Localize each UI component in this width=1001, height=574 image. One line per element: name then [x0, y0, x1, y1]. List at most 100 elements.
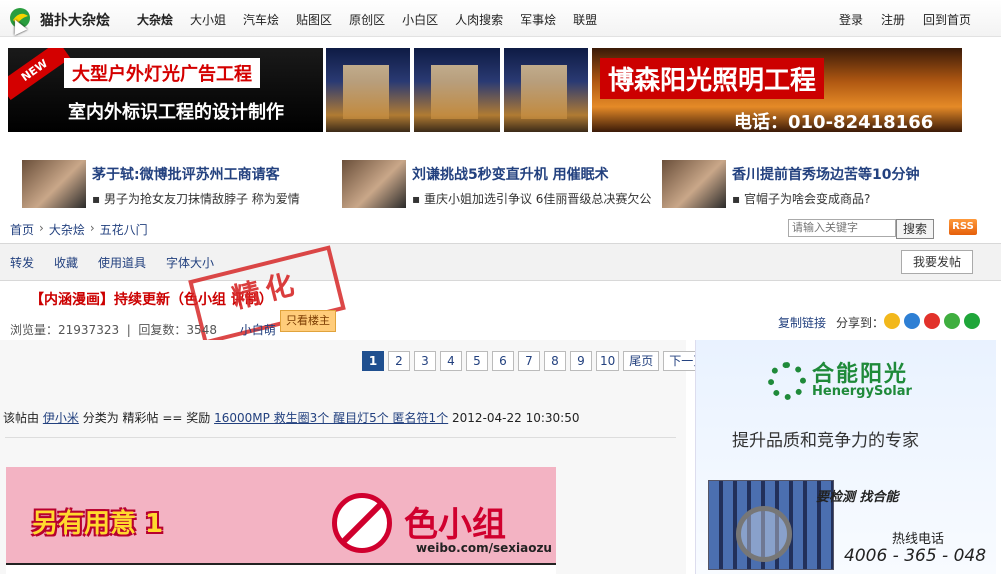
post-stats: 浏览量：21937323 | 回复数：3548 小白萌 — [10, 323, 276, 337]
search-input[interactable] — [788, 219, 896, 237]
page-3-button[interactable]: 3 — [414, 351, 436, 371]
login-link[interactable]: 登录 — [839, 11, 863, 28]
breadcrumb-separator-icon: › — [89, 221, 95, 235]
user-links: 登录 注册 回到首页 — [821, 11, 971, 28]
pagination: 1 2 3 4 5 6 7 8 9 10 尾页 下一页>> — [362, 351, 735, 371]
banner-photo-building-1[interactable] — [326, 48, 410, 132]
comic-panel-edge — [6, 563, 556, 574]
news-subline[interactable]: ▪ 官帽子为啥会变成商品? — [732, 190, 870, 207]
favorite-button[interactable]: 收藏 — [54, 254, 78, 271]
comic-heading: 另有用意 1 — [32, 509, 164, 539]
replies-count: 3548 — [186, 323, 217, 337]
share-qzone-icon[interactable] — [884, 313, 900, 329]
breadcrumb-separator-icon: › — [39, 221, 44, 235]
post-toolbar: 转发 收藏 使用道具 字体大小 我要发帖 — [0, 243, 1001, 281]
share-kaixin-icon[interactable] — [964, 313, 980, 329]
comic-brand: 色小组 — [404, 505, 506, 545]
page-1-button[interactable]: 1 — [362, 351, 384, 371]
comic-weibo: weibo.com/sexiaozu — [416, 541, 552, 555]
new-badge: NEW — [8, 48, 71, 100]
post-meta: 该帖由 伊小米 分类为 精彩帖 == 奖励 16000MP 救生圈3个 醒目灯5… — [3, 409, 579, 426]
banner-right-title: 博森阳光照明工程 — [600, 58, 825, 99]
banner-photo-building-2[interactable] — [414, 48, 500, 132]
nav-link-tietuqu[interactable]: 贴图区 — [296, 11, 332, 28]
breadcrumb-dazahui[interactable]: 大杂烩 — [49, 221, 85, 238]
banner-photo-building-3[interactable] — [504, 48, 588, 132]
comic-image: 另有用意 1 色小组 weibo.com/sexiaozu — [6, 467, 556, 574]
page-10-button[interactable]: 10 — [596, 351, 620, 371]
page-8-button[interactable]: 8 — [544, 351, 566, 371]
op-only-button[interactable]: 只看楼主 — [280, 310, 336, 332]
news-thumbnail[interactable] — [22, 160, 86, 208]
news-item: 香川提前首秀场边苦等10分钟 ▪ 官帽子为啥会变成商品? — [662, 160, 982, 208]
news-subline[interactable]: ▪ 重庆小姐加选引争议 6佳丽晋级总决赛欠公 — [412, 190, 651, 207]
last-page-button[interactable]: 尾页 — [623, 351, 660, 371]
page-6-button[interactable]: 6 — [492, 351, 514, 371]
meta-reward-link[interactable]: 16000MP 救生圈3个 醒目灯5个 匿名符1个 — [214, 411, 448, 425]
nav-link-daxiaojie[interactable]: 大小姐 — [190, 11, 226, 28]
new-post-button[interactable]: 我要发帖 — [901, 250, 973, 274]
news-thumbnail[interactable] — [342, 160, 406, 208]
meta-category: 分类为 精彩帖 == 奖励 — [82, 411, 211, 425]
sun-logo-icon — [768, 362, 806, 400]
page-2-button[interactable]: 2 — [388, 351, 410, 371]
news-item: 茅于轼:微博批评苏州工商请客 ▪ 男子为抢女友刀抹情敌脖子 称为爱情 — [22, 160, 332, 208]
banner-right-phone: 电话：010-82418166 — [734, 112, 934, 132]
post-author-link[interactable]: 小白萌 — [240, 323, 276, 337]
nav-link-dazahui[interactable]: 大杂烩 — [137, 11, 173, 28]
ad-slogan: 提升品质和竞争力的专家 — [732, 431, 919, 451]
banner-left-line2: 室内外标识工程的设计制作 — [68, 102, 284, 123]
top-navigation-bar: 猫扑大杂烩 大杂烩 大小姐 汽车烩 贴图区 原创区 小白区 人肉搜索 军事烩 联… — [0, 0, 1001, 37]
forward-button[interactable]: 转发 — [10, 254, 34, 271]
share-wechat-icon[interactable] — [944, 313, 960, 329]
breadcrumb-home[interactable]: 首页 — [10, 221, 34, 238]
breadcrumb: 首页 › 大杂烩 › 五花八门 — [10, 221, 148, 238]
ad-company-en: HenergySolar — [812, 384, 912, 399]
ad-banner-bosen-lighting[interactable]: 博森阳光照明工程 电话：010-82418166 — [592, 48, 962, 132]
nav-link-qichehui[interactable]: 汽车烩 — [243, 11, 279, 28]
banner-left-line1: 大型户外灯光广告工程 — [64, 58, 260, 88]
copy-link-button[interactable]: 复制链接 — [778, 314, 826, 331]
meta-author-link[interactable]: 伊小米 — [43, 411, 79, 425]
sidebar-ad-henergy[interactable]: 合能阳光 HenergySolar 提升品质和竞争力的专家 要检测 找合能 热线… — [695, 340, 996, 574]
share-renren-icon[interactable] — [904, 313, 920, 329]
nav-link-xiaobaiqu[interactable]: 小白区 — [402, 11, 438, 28]
nav-link-yuanchuangqu[interactable]: 原创区 — [349, 11, 385, 28]
magnifier-icon — [736, 506, 792, 562]
news-thumbnail[interactable] — [662, 160, 726, 208]
page-7-button[interactable]: 7 — [518, 351, 540, 371]
nav-link-renrousousuo[interactable]: 人肉搜索 — [455, 11, 503, 28]
nav-link-lianmeng[interactable]: 联盟 — [573, 11, 597, 28]
font-size-button[interactable]: 字体大小 — [166, 254, 214, 271]
divider — [5, 437, 676, 438]
no-sign-logo-icon — [332, 493, 392, 553]
page-9-button[interactable]: 9 — [570, 351, 592, 371]
rss-icon[interactable]: RSS — [949, 219, 977, 235]
home-link[interactable]: 回到首页 — [923, 11, 971, 28]
ad-hotline-number: 4006 - 365 - 048 — [844, 546, 987, 566]
site-brand[interactable]: 猫扑大杂烩 — [40, 10, 110, 30]
meta-date: 2012-04-22 10:30:50 — [452, 411, 580, 425]
ad-tagline: 要检测 找合能 — [816, 490, 899, 505]
search-button[interactable]: 搜索 — [896, 219, 935, 239]
views-count: 21937323 — [58, 323, 120, 337]
share-weibo-icon[interactable] — [924, 313, 940, 329]
ad-hotline-label: 热线电话 — [892, 532, 945, 547]
main-nav-links: 大杂烩 大小姐 汽车烩 贴图区 原创区 小白区 人肉搜索 军事烩 联盟 — [137, 11, 614, 28]
news-headline[interactable]: 茅于轼:微博批评苏州工商请客 — [92, 164, 280, 184]
register-link[interactable]: 注册 — [881, 11, 905, 28]
use-tools-button[interactable]: 使用道具 — [98, 254, 146, 271]
page-4-button[interactable]: 4 — [440, 351, 462, 371]
breadcrumb-wuhuabamen[interactable]: 五花八门 — [100, 221, 148, 238]
news-subline[interactable]: ▪ 男子为抢女友刀抹情敌脖子 称为爱情 — [92, 190, 300, 207]
news-headline[interactable]: 刘谦挑战5秒变直升机 用催眠术 — [412, 164, 609, 184]
page-5-button[interactable]: 5 — [466, 351, 488, 371]
share-label: 分享到： — [836, 316, 885, 330]
news-headline[interactable]: 香川提前首秀场边苦等10分钟 — [732, 164, 919, 184]
views-label: 浏览量： — [10, 323, 59, 337]
nav-link-junshihui[interactable]: 军事烩 — [520, 11, 556, 28]
meta-prefix: 该帖由 — [3, 411, 40, 425]
ad-banner-lighting-works[interactable]: NEW 大型户外灯光广告工程 室内外标识工程的设计制作 — [8, 48, 323, 132]
news-item: 刘谦挑战5秒变直升机 用催眠术 ▪ 重庆小姐加选引争议 6佳丽晋级总决赛欠公 — [342, 160, 662, 208]
replies-label: 回复数： — [138, 323, 187, 337]
